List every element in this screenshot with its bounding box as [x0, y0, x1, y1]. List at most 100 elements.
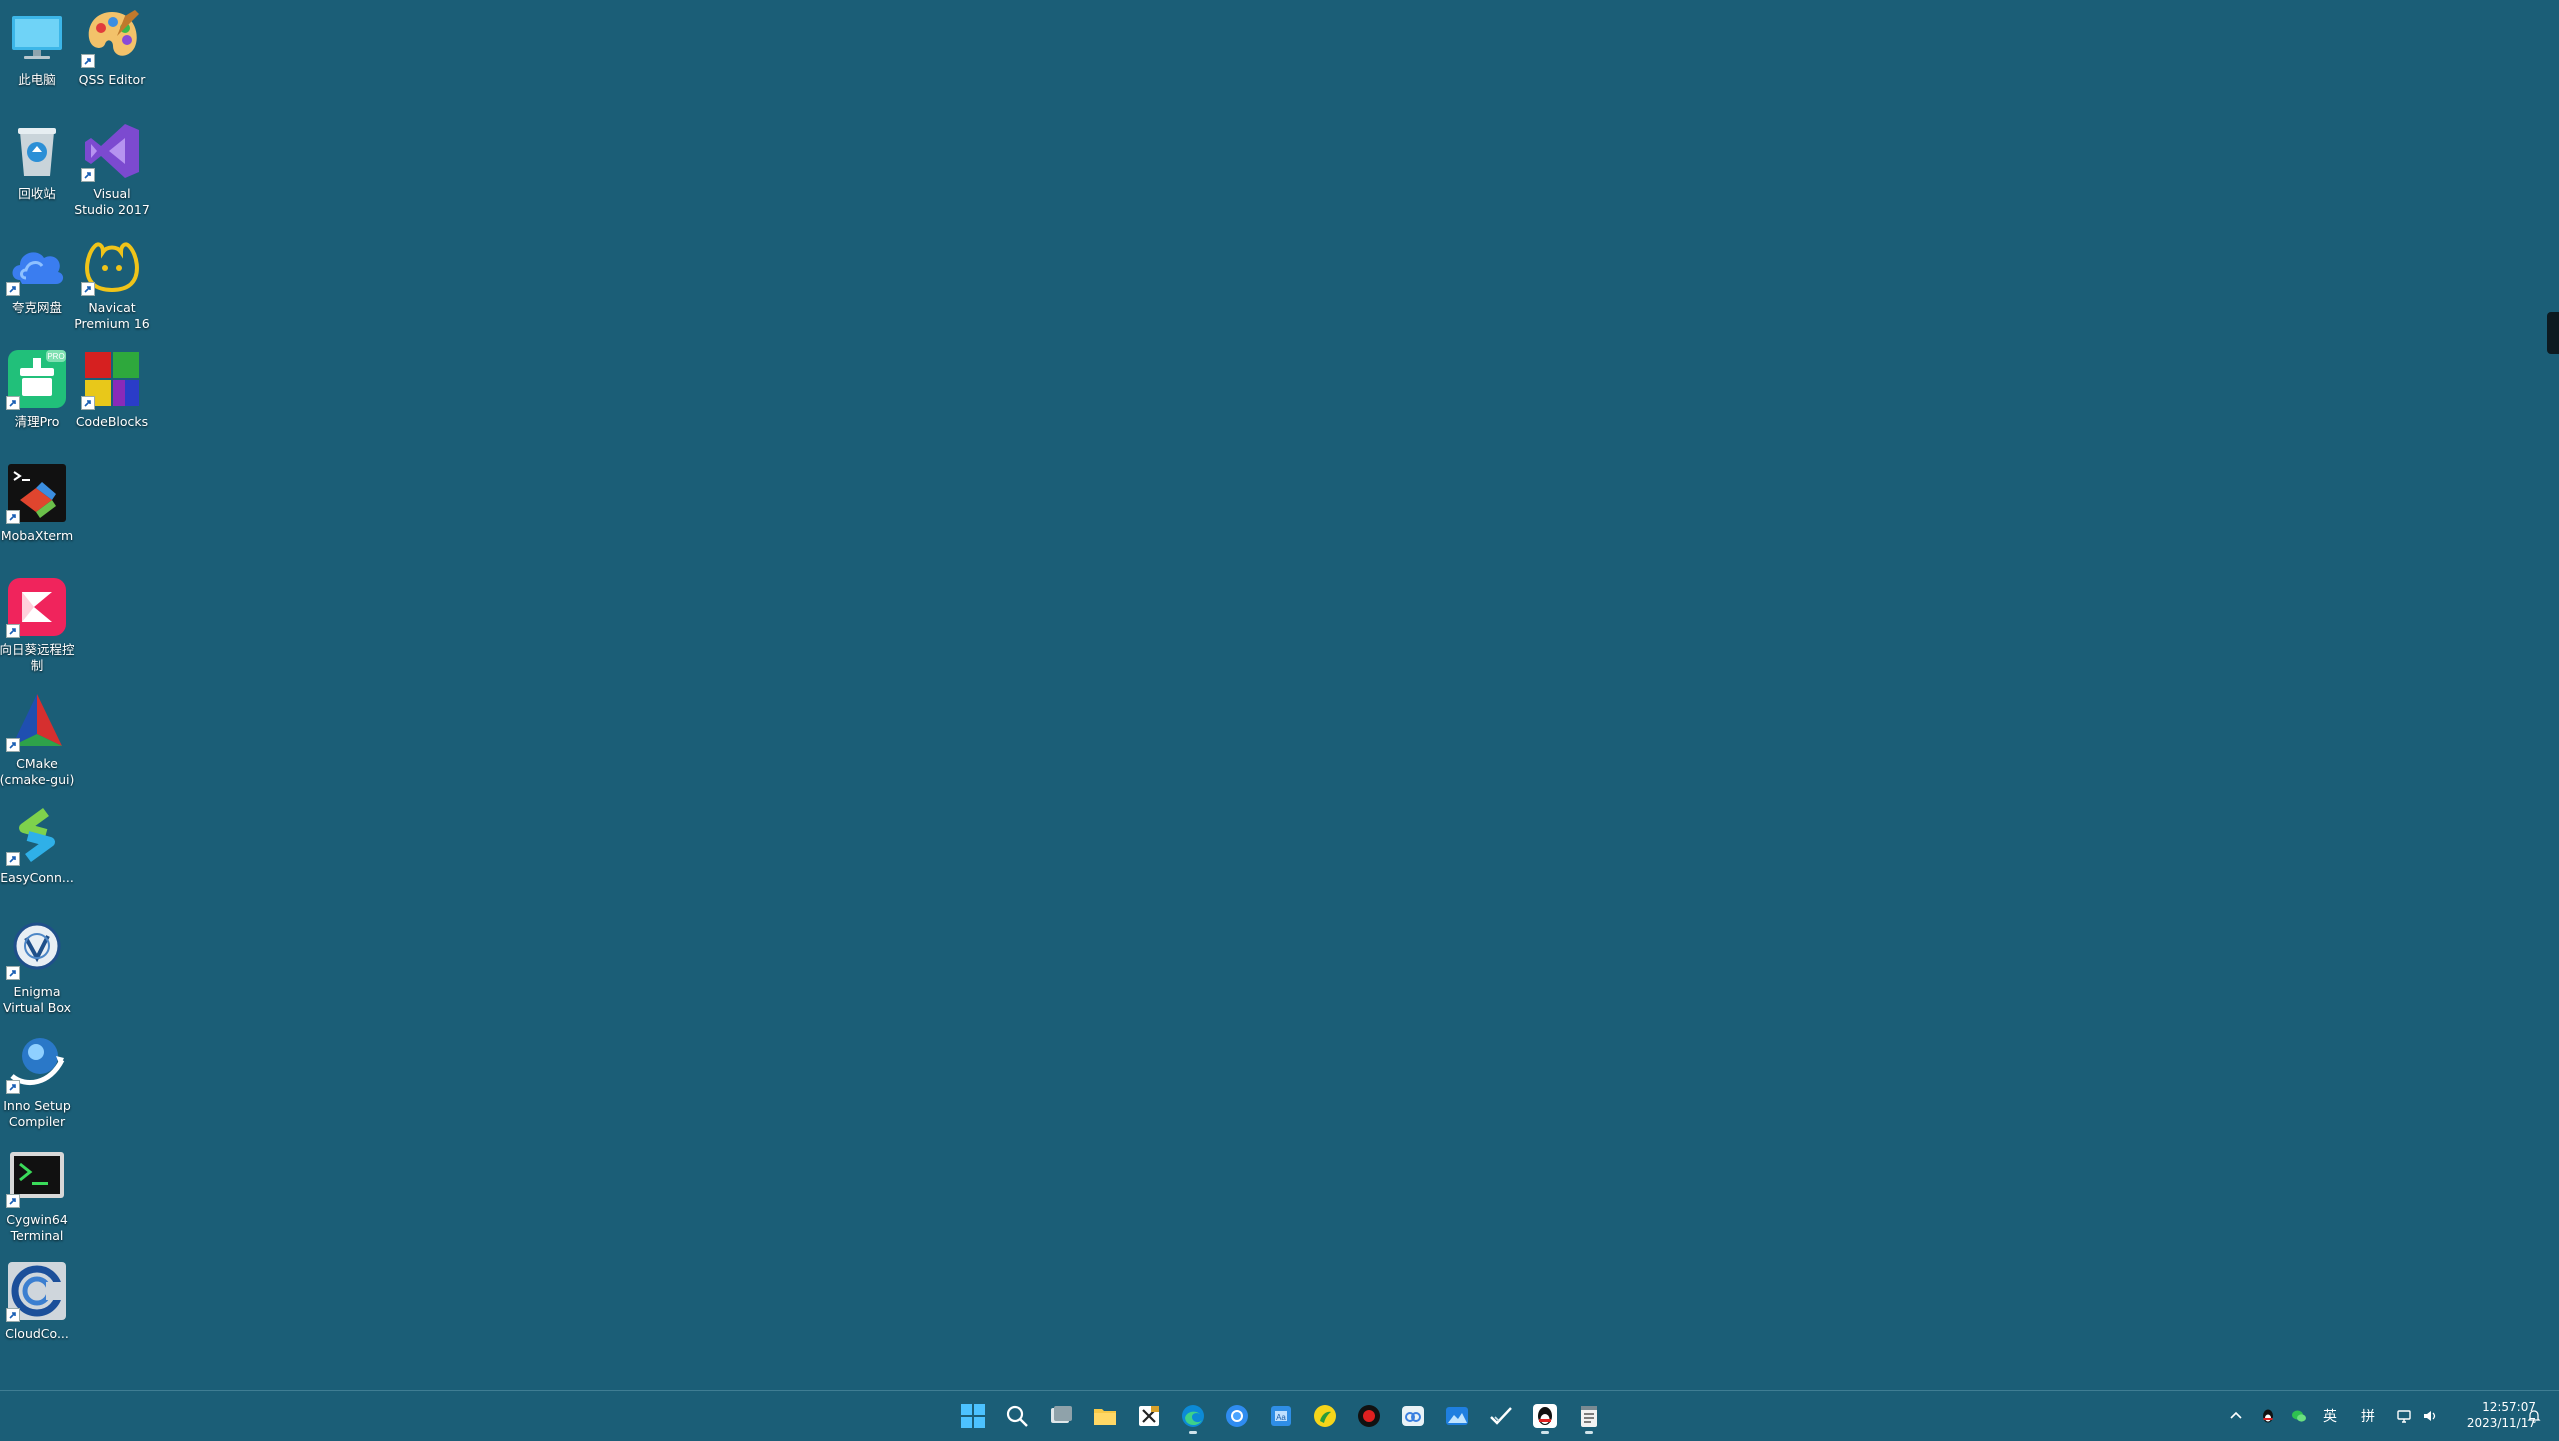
ime-mode-indicator[interactable]: 拼 — [2356, 1391, 2380, 1441]
shortcut-arrow-icon — [81, 168, 95, 182]
tray-qq-icon[interactable] — [2256, 1391, 2280, 1441]
cloud-drive-icon — [6, 234, 68, 296]
folder-icon — [1094, 1409, 1116, 1425]
this-pc-icon — [6, 6, 68, 68]
recycle-bin-icon — [6, 120, 68, 182]
desktop-icon-label: 清理Pro — [14, 414, 60, 429]
desktop-icon-label: QSS Editor — [78, 72, 146, 87]
baidu-netdisk-icon — [1402, 1406, 1424, 1426]
qq-penguin-icon — [2263, 1409, 2273, 1423]
desktop-icon-label: CloudCo... — [5, 1326, 69, 1341]
record-icon — [1358, 1405, 1380, 1427]
shortcut-arrow-icon — [6, 966, 20, 980]
desktop-icon-sunflower-remote[interactable]: 向日葵远程控制 — [0, 576, 75, 674]
desktop-icon-quark-drive[interactable]: 夸克网盘 — [0, 234, 75, 316]
desktop-icon-label: 此电脑 — [18, 72, 56, 87]
notifications-button[interactable] — [2522, 1391, 2546, 1441]
sunflower-app[interactable] — [1305, 1397, 1345, 1435]
running-indicator — [1541, 1431, 1549, 1434]
mobaxterm-icon — [6, 462, 68, 524]
shortcut-arrow-icon — [81, 282, 95, 296]
desktop-icon-visual-studio[interactable]: Visual Studio 2017 — [74, 120, 150, 218]
desktop-icon-enigma[interactable]: Enigma Virtual Box — [0, 918, 75, 1016]
edge-handle[interactable] — [2547, 312, 2559, 354]
desktop-icon-easyconnect[interactable]: EasyConn... — [0, 804, 75, 886]
ime-language-indicator[interactable]: 英 — [2318, 1391, 2342, 1441]
cleaner-pro-icon: PRO — [6, 348, 68, 410]
desktop-icon-inno-setup[interactable]: Inno Setup Compiler — [0, 1032, 75, 1130]
shortcut-arrow-icon — [6, 1080, 20, 1094]
tray-wechat-icon[interactable] — [2287, 1391, 2311, 1441]
inno-setup-icon — [6, 1032, 68, 1094]
notepad-app[interactable] — [1569, 1397, 1609, 1435]
search-button[interactable] — [997, 1397, 1037, 1435]
baidu-netdisk[interactable] — [1393, 1397, 1433, 1435]
photos-icon — [1446, 1407, 1468, 1425]
desktop-icon-qss-editor[interactable]: QSS Editor — [74, 6, 150, 88]
desktop-icon-label: Enigma Virtual Box — [2, 984, 72, 1015]
svg-text:PRO: PRO — [47, 352, 64, 361]
desktop-icon-label: Navicat Premium 16 — [74, 300, 150, 331]
desktop-icon-this-pc[interactable]: 此电脑 — [0, 6, 75, 88]
chevron-up-icon — [2230, 1411, 2242, 1419]
desktop-icon-label: Inno Setup Compiler — [3, 1098, 71, 1129]
photos-app[interactable] — [1437, 1397, 1477, 1435]
network-icon[interactable] — [2392, 1391, 2416, 1441]
running-indicator — [1189, 1431, 1197, 1434]
search-icon — [1006, 1405, 1028, 1427]
desktop-icon-cmake[interactable]: CMake (cmake-gui) — [0, 690, 75, 788]
task-view-button[interactable] — [1041, 1397, 1081, 1435]
edge-icon — [1182, 1405, 1204, 1427]
qq-penguin-icon — [1533, 1404, 1557, 1428]
edge-browser[interactable] — [1173, 1397, 1213, 1435]
shortcut-arrow-icon — [6, 738, 20, 752]
checkmark-icon — [1490, 1407, 1512, 1425]
desktop-icon-mobaxterm[interactable]: MobaXterm — [0, 462, 75, 544]
shortcut-arrow-icon — [6, 396, 20, 410]
shortcut-arrow-icon — [6, 282, 20, 296]
navicat-icon — [81, 234, 143, 296]
desktop-icon-cleaner-pro[interactable]: PRO 清理Pro — [0, 348, 75, 430]
start-button[interactable] — [953, 1397, 993, 1435]
shortcut-arrow-icon — [6, 852, 20, 866]
desktop-icon-label: CodeBlocks — [75, 414, 149, 429]
windows-start-icon — [961, 1404, 985, 1428]
desktop-icon-label: 向日葵远程控制 — [0, 642, 75, 673]
desktop-icon-label: 夸克网盘 — [11, 300, 62, 315]
desktop-icon-recycle-bin[interactable]: 回收站 — [0, 120, 75, 202]
desktop-icon-navicat[interactable]: Navicat Premium 16 — [74, 234, 150, 332]
qq-app[interactable] — [1525, 1397, 1565, 1435]
desktop-icon-label: Cygwin64 Terminal — [6, 1212, 68, 1243]
shortcut-arrow-icon — [6, 1194, 20, 1208]
desktop-icon-cloudcompare[interactable]: CloudCo... — [0, 1260, 75, 1342]
running-indicator — [1585, 1431, 1593, 1434]
visual-studio-icon — [81, 120, 143, 182]
codeblocks-icon — [81, 348, 143, 410]
cmake-icon — [6, 690, 68, 752]
desktop-icon-label: CMake (cmake-gui) — [0, 756, 75, 787]
task-view-icon — [1051, 1406, 1072, 1423]
excel-app[interactable] — [1129, 1397, 1169, 1435]
shortcut-arrow-icon — [81, 54, 95, 68]
taskbar: Aa 英 拼 12:57:07 2023/11/17 — [0, 1390, 2559, 1440]
show-hidden-icons-button[interactable] — [2224, 1391, 2248, 1441]
chrome-browser[interactable] — [1217, 1397, 1257, 1435]
svg-text:Aa: Aa — [1276, 1413, 1286, 1422]
cloudcompare-icon — [6, 1260, 68, 1322]
recorder-app[interactable] — [1349, 1397, 1389, 1435]
shortcut-arrow-icon — [6, 510, 20, 524]
todo-app[interactable] — [1481, 1397, 1521, 1435]
network-monitor-icon — [2397, 1410, 2411, 1423]
file-explorer[interactable] — [1085, 1397, 1125, 1435]
easyconnect-icon — [6, 804, 68, 866]
speaker-icon — [2424, 1411, 2436, 1421]
volume-icon[interactable] — [2418, 1391, 2442, 1441]
bell-icon — [2527, 1410, 2541, 1423]
desktop-icon-label: Visual Studio 2017 — [74, 186, 150, 217]
word-icon: Aa — [1271, 1406, 1291, 1426]
desktop: 此电脑 回收站 夸克网盘 PRO 清理Pro MobaXterm 向日葵远程控制… — [0, 0, 2559, 1390]
shortcut-arrow-icon — [6, 1308, 20, 1322]
desktop-icon-codeblocks[interactable]: CodeBlocks — [74, 348, 150, 430]
desktop-icon-cygwin[interactable]: Cygwin64 Terminal — [0, 1146, 75, 1244]
word-app[interactable]: Aa — [1261, 1397, 1301, 1435]
